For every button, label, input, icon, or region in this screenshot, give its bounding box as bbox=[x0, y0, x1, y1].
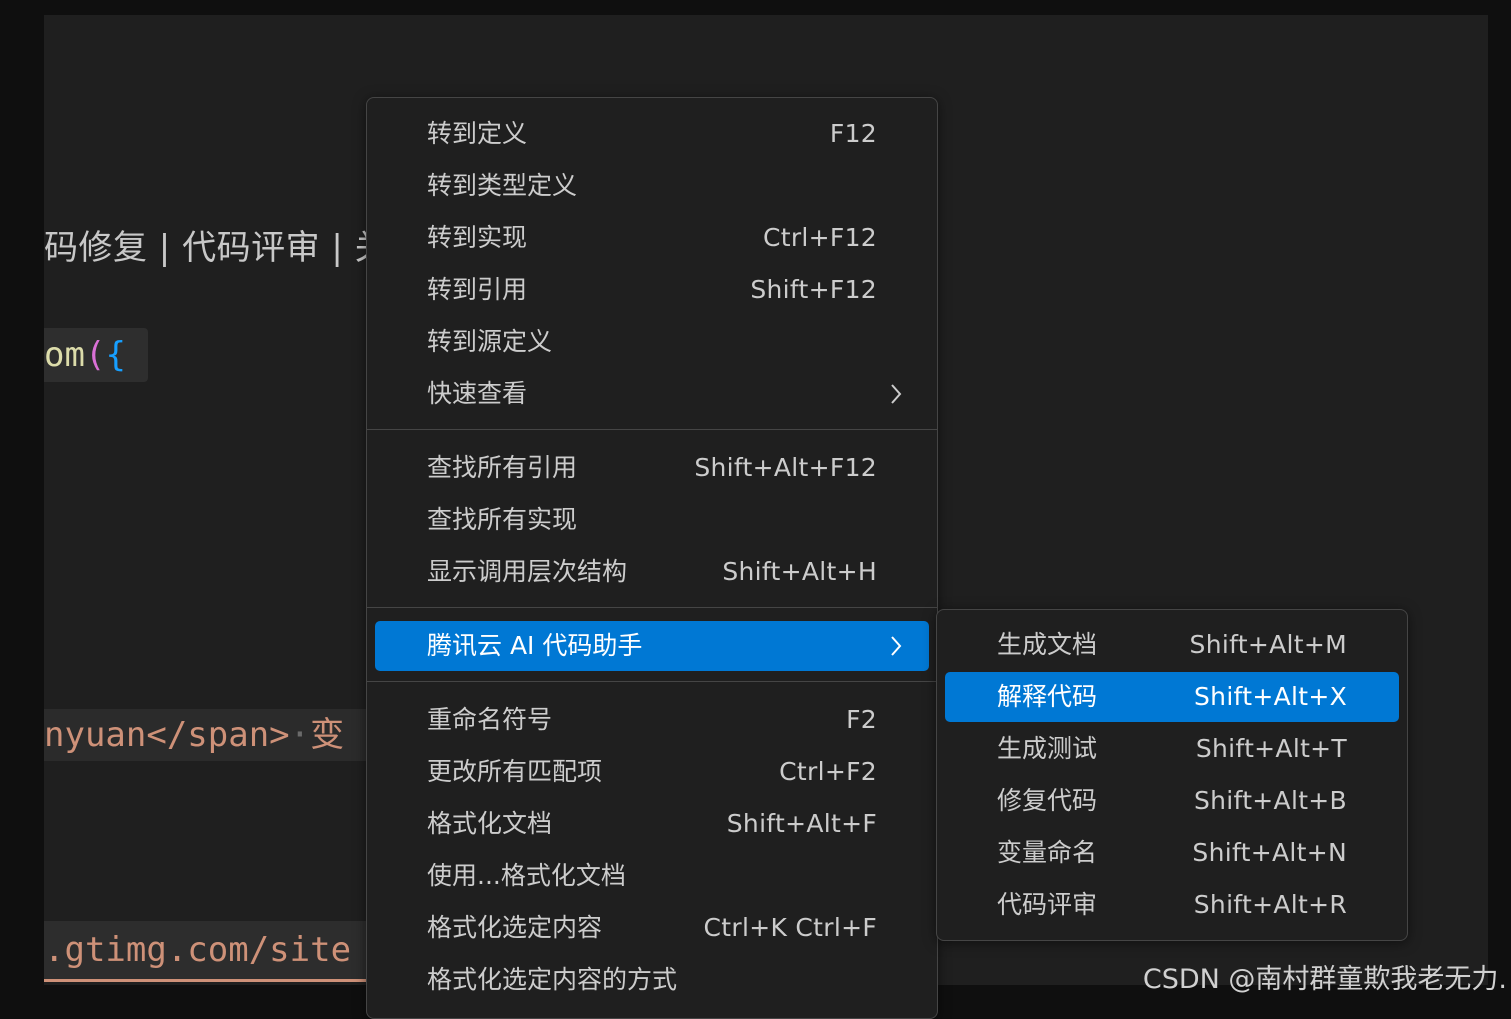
chevron-right-icon bbox=[889, 621, 903, 671]
menu-item-label: 查找所有引用 bbox=[427, 453, 578, 482]
menu-separator bbox=[367, 607, 937, 608]
menu-item-label: 生成文档 bbox=[997, 630, 1098, 659]
context-menu: 转到定义 F12 转到类型定义 转到实现 Ctrl+F12 转到引用 Shift… bbox=[366, 97, 938, 1019]
menu-item-format-selection-with[interactable]: 格式化选定内容的方式 bbox=[375, 955, 929, 1005]
menu-item-show-call-hierarchy[interactable]: 显示调用层次结构 Shift+Alt+H bbox=[375, 547, 929, 597]
menu-item-shortcut: Shift+Alt+M bbox=[1189, 630, 1347, 659]
code-identifier: om bbox=[44, 335, 85, 375]
chevron-right-icon bbox=[889, 369, 903, 419]
code-paren: ( bbox=[84, 335, 106, 375]
menu-item-shortcut: Ctrl+F12 bbox=[762, 223, 877, 252]
ai-assistant-submenu: 生成文档 Shift+Alt+M 解释代码 Shift+Alt+X 生成测试 S… bbox=[936, 609, 1408, 941]
menu-item-label: 使用...格式化文档 bbox=[427, 861, 626, 890]
menu-item-tencent-ai-assistant[interactable]: 腾讯云 AI 代码助手 bbox=[375, 621, 929, 671]
menu-item-go-to-implementation[interactable]: 转到实现 Ctrl+F12 bbox=[375, 213, 929, 263]
menu-item-label: 查找所有实现 bbox=[427, 505, 578, 534]
menu-item-shortcut: Shift+Alt+R bbox=[1193, 890, 1347, 919]
menu-item-label: 显示调用层次结构 bbox=[427, 557, 628, 586]
menu-item-shortcut: Shift+Alt+F bbox=[726, 809, 877, 838]
code-brace: { bbox=[105, 335, 126, 375]
menu-item-shortcut: Shift+Alt+N bbox=[1192, 838, 1347, 867]
submenu-item-generate-tests[interactable]: 生成测试 Shift+Alt+T bbox=[945, 724, 1399, 774]
submenu-item-code-review[interactable]: 代码评审 Shift+Alt+R bbox=[945, 880, 1399, 930]
menu-item-shortcut: Shift+F12 bbox=[750, 275, 877, 304]
menu-item-shortcut: Shift+Alt+F12 bbox=[694, 453, 877, 482]
menu-item-label: 重命名符号 bbox=[427, 705, 553, 734]
whitespace-dot: · bbox=[289, 715, 311, 755]
menu-item-shortcut: Shift+Alt+X bbox=[1194, 682, 1347, 711]
menu-item-shortcut: Shift+Alt+B bbox=[1193, 786, 1347, 815]
menu-item-format-selection[interactable]: 格式化选定内容 Ctrl+K Ctrl+F bbox=[375, 903, 929, 953]
menu-item-shortcut: Shift+Alt+H bbox=[722, 557, 877, 586]
code-string: nyuan</span> bbox=[44, 715, 290, 755]
menu-item-label: 变量命名 bbox=[997, 838, 1098, 867]
menu-item-shortcut: Shift+Alt+T bbox=[1195, 734, 1347, 763]
menu-item-shortcut: F12 bbox=[829, 119, 877, 148]
menu-item-go-to-source-definition[interactable]: 转到源定义 bbox=[375, 317, 929, 367]
menu-item-label: 转到引用 bbox=[427, 275, 528, 304]
menu-item-label: 修复代码 bbox=[997, 786, 1098, 815]
submenu-item-fix-code[interactable]: 修复代码 Shift+Alt+B bbox=[945, 776, 1399, 826]
menu-item-label: 转到定义 bbox=[427, 119, 528, 148]
menu-item-label: 格式化文档 bbox=[427, 809, 553, 838]
code-string: 变 bbox=[310, 715, 345, 755]
menu-item-label: 腾讯云 AI 代码助手 bbox=[427, 631, 643, 660]
menu-item-peek[interactable]: 快速查看 bbox=[375, 369, 929, 419]
menu-item-shortcut: Ctrl+F2 bbox=[779, 757, 877, 786]
menu-item-go-to-type-definition[interactable]: 转到类型定义 bbox=[375, 161, 929, 211]
code-line[interactable]: om({ bbox=[44, 328, 148, 382]
menu-item-label: 转到实现 bbox=[427, 223, 528, 252]
menu-item-label: 格式化选定内容 bbox=[427, 913, 603, 942]
menu-item-label: 格式化选定内容的方式 bbox=[427, 965, 678, 994]
menu-item-format-document[interactable]: 格式化文档 Shift+Alt+F bbox=[375, 799, 929, 849]
menu-item-go-to-references[interactable]: 转到引用 Shift+F12 bbox=[375, 265, 929, 315]
menu-item-go-to-definition[interactable]: 转到定义 F12 bbox=[375, 109, 929, 159]
menu-item-find-all-implementations[interactable]: 查找所有实现 bbox=[375, 495, 929, 545]
menu-item-label: 代码评审 bbox=[997, 890, 1098, 919]
menu-item-label: 快速查看 bbox=[427, 379, 528, 408]
watermark: CSDN @南村群童欺我老无力. bbox=[1142, 964, 1507, 995]
menu-separator bbox=[367, 429, 937, 430]
menu-separator bbox=[367, 681, 937, 682]
doc-links-text: 码修复 | 代码评审 | 关 bbox=[44, 228, 390, 268]
menu-item-rename-symbol[interactable]: 重命名符号 F2 bbox=[375, 695, 929, 745]
menu-item-change-all-occurrences[interactable]: 更改所有匹配项 Ctrl+F2 bbox=[375, 747, 929, 797]
menu-item-shortcut: F2 bbox=[846, 705, 877, 734]
menu-item-label: 转到类型定义 bbox=[427, 171, 578, 200]
menu-item-label: 转到源定义 bbox=[427, 327, 553, 356]
code-line[interactable]: .gtimg.com/site bbox=[44, 921, 384, 982]
menu-item-shortcut: Ctrl+K Ctrl+F bbox=[703, 913, 877, 942]
menu-item-label: 更改所有匹配项 bbox=[427, 757, 603, 786]
menu-item-format-document-with[interactable]: 使用...格式化文档 bbox=[375, 851, 929, 901]
submenu-item-generate-docs[interactable]: 生成文档 Shift+Alt+M bbox=[945, 620, 1399, 670]
code-line[interactable]: nyuan</span>·变 bbox=[44, 709, 384, 761]
menu-item-label: 生成测试 bbox=[997, 734, 1098, 763]
menu-item-label: 解释代码 bbox=[997, 682, 1098, 711]
submenu-item-variable-naming[interactable]: 变量命名 Shift+Alt+N bbox=[945, 828, 1399, 878]
menu-item-find-all-references[interactable]: 查找所有引用 Shift+Alt+F12 bbox=[375, 443, 929, 493]
submenu-item-explain-code[interactable]: 解释代码 Shift+Alt+X bbox=[945, 672, 1399, 722]
